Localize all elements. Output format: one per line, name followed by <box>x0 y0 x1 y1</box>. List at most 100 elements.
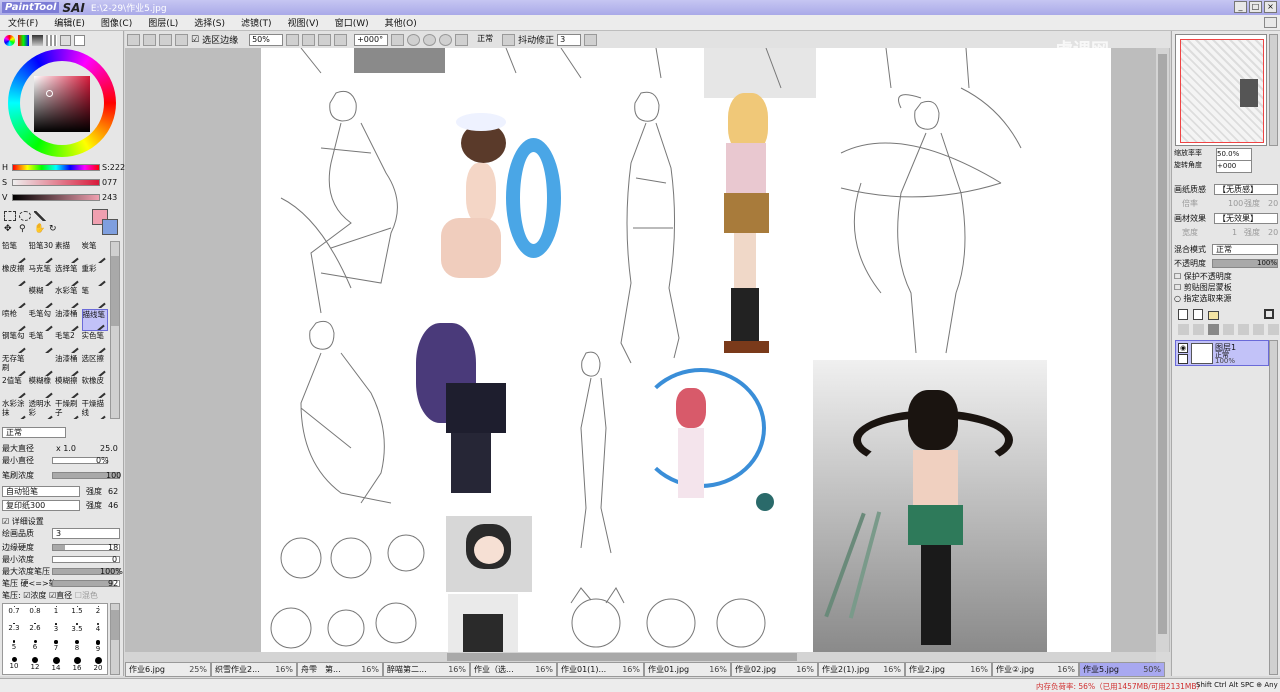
angle-input[interactable]: +000° <box>354 33 389 46</box>
brush-tool-19[interactable]: 毛笔2 <box>55 331 81 353</box>
brush-size-preset[interactable]: 0.8 <box>28 606 42 615</box>
transfer-down-icon[interactable] <box>1208 324 1219 335</box>
max-size-mult[interactable]: x 1.0 <box>56 443 76 454</box>
brush-tool-2[interactable]: 铅笔30 <box>29 241 55 263</box>
tab-doc-5[interactable]: 作业（选... 16% <box>470 662 557 677</box>
navigator-preview[interactable] <box>1175 34 1267 146</box>
tool-grid-scrollbar[interactable] <box>110 241 120 419</box>
new-folder-icon[interactable] <box>1208 311 1219 320</box>
zoom-input[interactable]: 50% <box>249 33 284 46</box>
brush-size-preset[interactable]: 3 <box>49 623 63 633</box>
effect-select[interactable]: 【无效果】 <box>1214 213 1278 224</box>
brush-size-preset[interactable]: 5 <box>7 640 21 651</box>
marquee-icon[interactable] <box>4 211 16 221</box>
zoom-icon[interactable]: ⚲ <box>19 224 31 234</box>
swatch-icon[interactable] <box>46 35 57 46</box>
canvas-image[interactable] <box>261 48 1111 652</box>
brush-tool-10[interactable]: 模糊 <box>29 286 55 308</box>
color-wheel-icon[interactable] <box>4 35 15 46</box>
brush-tool-8[interactable]: 重彩 <box>82 264 108 286</box>
deselect-button[interactable] <box>143 33 156 46</box>
flip-icon[interactable] <box>455 33 469 46</box>
tab-doc-7[interactable]: 作业01.jpg 16% <box>644 662 731 677</box>
brush-tool-24[interactable]: 选区擦 <box>82 354 108 376</box>
brush-size-preset[interactable]: 2.3 <box>7 623 21 632</box>
brush-size-preset[interactable]: 4 <box>91 623 105 633</box>
apply-mask-icon[interactable] <box>1253 324 1264 335</box>
layer-visibility-icon[interactable]: ◉ <box>1178 343 1188 353</box>
brush-mode-select[interactable]: 正常 <box>2 427 66 438</box>
tab-doc-2[interactable]: 织雪作业2... 16% <box>211 662 297 677</box>
doc-minimize-button[interactable] <box>1264 17 1277 28</box>
color-picker-cursor[interactable] <box>46 90 53 97</box>
brush-size-preset[interactable]: 12 <box>28 657 42 671</box>
hsv-slider-icon[interactable] <box>32 35 43 46</box>
zoom-out-icon[interactable] <box>302 33 316 46</box>
brush-size-preset[interactable]: 2 <box>91 606 105 615</box>
selection-edge-checkbox[interactable]: ☑ <box>191 35 199 45</box>
brush-tool-7[interactable]: 选择笔 <box>55 264 81 286</box>
menu-layer[interactable]: 图层(L) <box>140 16 186 29</box>
brush-tool-18[interactable]: 毛笔 <box>29 331 55 353</box>
texture-strength-value[interactable]: 46 <box>108 500 118 511</box>
stabilizer-dropdown-icon[interactable] <box>584 33 598 46</box>
blend-mode-label[interactable]: 正常 <box>475 33 500 46</box>
layer-panel-menu-icon[interactable] <box>1264 309 1274 319</box>
blend-dropdown-icon[interactable] <box>502 33 516 46</box>
brush-tool-25[interactable]: 2值笔 <box>2 376 28 398</box>
rotate-left-icon[interactable] <box>407 33 421 46</box>
tab-doc-8[interactable]: 作业02.jpg 16% <box>731 662 818 677</box>
layer-scrollbar[interactable] <box>1269 340 1278 675</box>
brush-tool-3[interactable]: 素描 <box>55 241 81 263</box>
brush-size-preset[interactable]: 7 <box>49 640 63 652</box>
move-icon[interactable]: ✥ <box>4 224 16 234</box>
zoom-reset-icon[interactable] <box>334 33 348 46</box>
menu-select[interactable]: 选择(S) <box>186 16 233 29</box>
lasso-icon[interactable] <box>19 211 31 221</box>
quality-select[interactable]: 3 <box>52 528 120 539</box>
mask-icon[interactable] <box>1238 324 1249 335</box>
new-vector-layer-icon[interactable] <box>1193 309 1203 320</box>
menu-image[interactable]: 图像(C) <box>93 16 140 29</box>
brush-size-preset[interactable]: 1 <box>49 606 63 615</box>
menu-edit[interactable]: 编辑(E) <box>46 16 93 29</box>
zoom-dropdown-icon[interactable] <box>286 33 300 46</box>
brush-size-preset[interactable]: 16 <box>70 657 84 672</box>
menu-file[interactable]: 文件(F) <box>0 16 46 29</box>
tab-doc-12-active[interactable]: 作业5.jpg 50% <box>1079 662 1165 677</box>
new-layer-icon[interactable] <box>1178 309 1188 320</box>
maximize-button[interactable]: □ <box>1249 1 1262 13</box>
brush-tool-12[interactable]: 笔 <box>82 286 108 308</box>
menu-other[interactable]: 其他(O) <box>377 16 425 29</box>
brush-size-preset[interactable]: 6 <box>28 640 42 651</box>
tab-doc-6[interactable]: 作业01(1)... 16% <box>557 662 644 677</box>
brush-tool-23[interactable]: 油漆桶 <box>55 354 81 376</box>
canvas-vertical-scrollbar[interactable] <box>1156 48 1169 652</box>
brush-size-preset[interactable]: 20 <box>91 657 105 672</box>
secondary-color-swatch[interactable] <box>102 219 118 235</box>
zoom-in-icon[interactable] <box>318 33 332 46</box>
blend-select[interactable]: 正常 <box>1212 244 1278 255</box>
menu-view[interactable]: 视图(V) <box>280 16 327 29</box>
value-slider[interactable] <box>12 194 100 201</box>
brush-tool-9[interactable] <box>2 286 28 308</box>
brush-size-preset[interactable]: 9 <box>91 640 105 653</box>
brush-size-preset[interactable]: 0.7 <box>7 606 21 615</box>
brush-size-preset[interactable]: 8 <box>70 640 84 652</box>
brush-tool-15[interactable]: 油漆桶 <box>55 309 81 331</box>
paper-select[interactable]: 【无质感】 <box>1214 184 1278 195</box>
canvas-horizontal-scrollbar[interactable] <box>125 652 1156 662</box>
magic-wand-icon[interactable] <box>34 211 46 221</box>
opacity-slider[interactable]: 100% <box>1212 259 1278 268</box>
brush-size-preset[interactable]: 10 <box>7 657 21 670</box>
brush-size-preset[interactable]: 2.6 <box>28 623 42 632</box>
size-palette-scrollbar[interactable] <box>110 603 120 675</box>
brush-tool-14[interactable]: 毛笔勾 <box>29 309 55 331</box>
detail-settings-toggle[interactable]: ☑ 详细设置 <box>2 516 44 527</box>
clear-layer-icon[interactable] <box>1223 324 1234 335</box>
delete-layer-icon[interactable] <box>1268 324 1279 335</box>
brush-texture-select[interactable]: 复印纸300 <box>2 500 80 511</box>
protect-opacity-option[interactable]: ☐ 保护不透明度 <box>1174 271 1232 282</box>
brush-tool-21[interactable]: 无存笔刷 <box>2 354 28 376</box>
tab-doc-4[interactable]: 醉喵第二... 16% <box>383 662 470 677</box>
